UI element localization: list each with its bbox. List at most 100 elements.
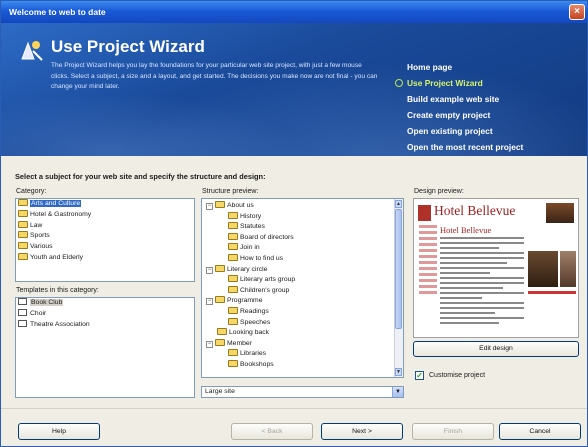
list-item-label: Sports bbox=[30, 232, 50, 240]
tree-node[interactable]: How to find us bbox=[202, 253, 403, 265]
folder-icon bbox=[18, 231, 28, 239]
tree-node[interactable]: History bbox=[202, 211, 403, 223]
tree-node-label: Board of directors bbox=[240, 233, 294, 241]
list-item[interactable]: Hotel & Gastronomy bbox=[16, 209, 194, 221]
finish-button[interactable]: Finish bbox=[412, 423, 494, 440]
folder-icon bbox=[228, 222, 238, 230]
template-icon bbox=[18, 298, 27, 305]
nav-item-label: Use Project Wizard bbox=[407, 78, 483, 88]
wizard-nav: Home page Use Project Wizard Build examp… bbox=[395, 59, 523, 155]
category-list[interactable]: Arts and Culture Hotel & Gastronomy Law … bbox=[15, 198, 195, 282]
tree-node-label: Member bbox=[227, 339, 252, 347]
folder-icon bbox=[228, 306, 238, 314]
structure-tree[interactable]: ▲ ▼ − About us History Statutes Board of dir… bbox=[201, 198, 404, 378]
tree-node[interactable]: Board of directors bbox=[202, 232, 403, 244]
tree-node-label: Libraries bbox=[240, 350, 267, 358]
list-item[interactable]: Arts and Culture bbox=[16, 199, 194, 210]
folder-icon bbox=[228, 253, 238, 261]
template-icon bbox=[18, 308, 27, 316]
back-button[interactable]: < Back bbox=[231, 423, 313, 440]
tree-node[interactable]: Literary arts group bbox=[202, 275, 403, 286]
collapse-icon[interactable]: − bbox=[206, 340, 213, 348]
folder-icon bbox=[215, 296, 225, 304]
folder-icon bbox=[228, 359, 238, 367]
help-button[interactable]: Help bbox=[18, 423, 100, 440]
site-size-value: Large site bbox=[205, 388, 235, 395]
button-bar: Help < Back Next > Finish Cancel bbox=[1, 408, 587, 446]
next-button[interactable]: Next > bbox=[321, 423, 403, 440]
preview-text bbox=[440, 237, 524, 327]
close-button[interactable]: × bbox=[569, 4, 585, 20]
tree-node[interactable]: Speeches bbox=[202, 317, 403, 329]
tree-node[interactable]: − Literary circle bbox=[202, 264, 403, 276]
tree-node-label: Looking back bbox=[229, 329, 270, 337]
list-item[interactable]: Choir bbox=[16, 308, 194, 320]
folder-icon bbox=[228, 211, 238, 219]
site-size-select[interactable]: Large site ▼ bbox=[201, 386, 404, 398]
list-item[interactable]: Various bbox=[16, 242, 194, 253]
tree-node-label: How to find us bbox=[240, 254, 284, 262]
cancel-button[interactable]: Cancel bbox=[499, 423, 581, 440]
list-item[interactable]: Theatre Association bbox=[16, 319, 194, 331]
tree-node[interactable]: Bookshops bbox=[202, 359, 403, 371]
tree-node-label: Literary circle bbox=[227, 265, 268, 273]
tree-node[interactable]: Statutes bbox=[202, 222, 403, 233]
category-label: Category: bbox=[16, 188, 47, 195]
list-item[interactable]: Law bbox=[16, 220, 194, 232]
folder-icon bbox=[228, 243, 238, 251]
nav-item-use-project-wizard[interactable]: Use Project Wizard bbox=[395, 75, 523, 91]
folder-icon bbox=[18, 209, 28, 217]
folder-icon bbox=[18, 242, 28, 250]
nav-item-label: Home page bbox=[407, 62, 453, 72]
nav-item-label: Create empty project bbox=[407, 110, 491, 120]
tree-node[interactable]: − Programme bbox=[202, 296, 403, 307]
nav-item-home-page[interactable]: Home page bbox=[407, 59, 523, 75]
design-preview: Hotel Bellevue Hotel Bellevue bbox=[413, 198, 579, 338]
structure-label: Structure preview: bbox=[202, 188, 259, 195]
tree-node[interactable]: − About us bbox=[202, 201, 403, 212]
tree-node[interactable]: Looking back bbox=[202, 328, 403, 339]
design-label: Design preview: bbox=[414, 188, 464, 195]
banner-description: The Project Wizard helps you lay the fou… bbox=[51, 62, 378, 90]
tree-node-label: Join in bbox=[240, 244, 260, 252]
nav-item-create-empty[interactable]: Create empty project bbox=[407, 107, 523, 123]
edit-design-button[interactable]: Edit design bbox=[413, 341, 579, 357]
templates-list[interactable]: Book Club Choir Theatre Association bbox=[15, 297, 195, 398]
tree-node[interactable]: Children's group bbox=[202, 285, 403, 297]
nav-item-label: Open existing project bbox=[407, 126, 493, 136]
list-item[interactable]: Book Club bbox=[16, 298, 194, 309]
templates-label: Templates in this category: bbox=[16, 287, 99, 294]
preview-photo bbox=[560, 251, 576, 287]
tree-node-label: History bbox=[240, 212, 262, 220]
list-item[interactable]: Youth and Elderly bbox=[16, 252, 194, 264]
preview-subheading: Hotel Bellevue bbox=[440, 225, 492, 235]
title-bar: Welcome to web to date × bbox=[1, 1, 587, 23]
folder-icon bbox=[228, 349, 238, 357]
list-item[interactable]: Sports bbox=[16, 231, 194, 242]
folder-icon bbox=[215, 338, 225, 346]
customise-checkbox[interactable]: ✓ bbox=[415, 371, 424, 380]
tree-node[interactable]: − Member bbox=[202, 338, 403, 350]
preview-nav bbox=[419, 225, 437, 297]
chevron-down-icon[interactable]: ▼ bbox=[392, 387, 403, 397]
tree-node-label: Bookshops bbox=[240, 360, 274, 368]
tree-node[interactable]: Libraries bbox=[202, 349, 403, 360]
nav-item-open-existing[interactable]: Open existing project bbox=[407, 123, 523, 139]
nav-item-label: Open the most recent project bbox=[407, 142, 524, 152]
tree-node-label: Statutes bbox=[240, 223, 265, 231]
collapse-icon[interactable]: − bbox=[206, 298, 213, 306]
folder-icon bbox=[228, 275, 238, 283]
list-item-label: Law bbox=[30, 221, 43, 229]
nav-item-open-recent[interactable]: Open the most recent project bbox=[407, 139, 523, 155]
tree-node-label: Programme bbox=[227, 297, 263, 305]
tree-node-label: About us bbox=[227, 202, 254, 209]
nav-item-build-example[interactable]: Build example web site bbox=[407, 91, 523, 107]
tree-node[interactable]: Readings bbox=[202, 306, 403, 318]
collapse-icon[interactable]: − bbox=[206, 266, 213, 274]
wizard-icon bbox=[21, 41, 43, 61]
collapse-icon[interactable]: − bbox=[206, 203, 213, 210]
instruction-text: Select a subject for your web site and s… bbox=[15, 172, 266, 181]
tree-node[interactable]: Join in bbox=[202, 243, 403, 254]
list-item-label: Theatre Association bbox=[30, 320, 90, 328]
folder-icon bbox=[217, 328, 227, 336]
